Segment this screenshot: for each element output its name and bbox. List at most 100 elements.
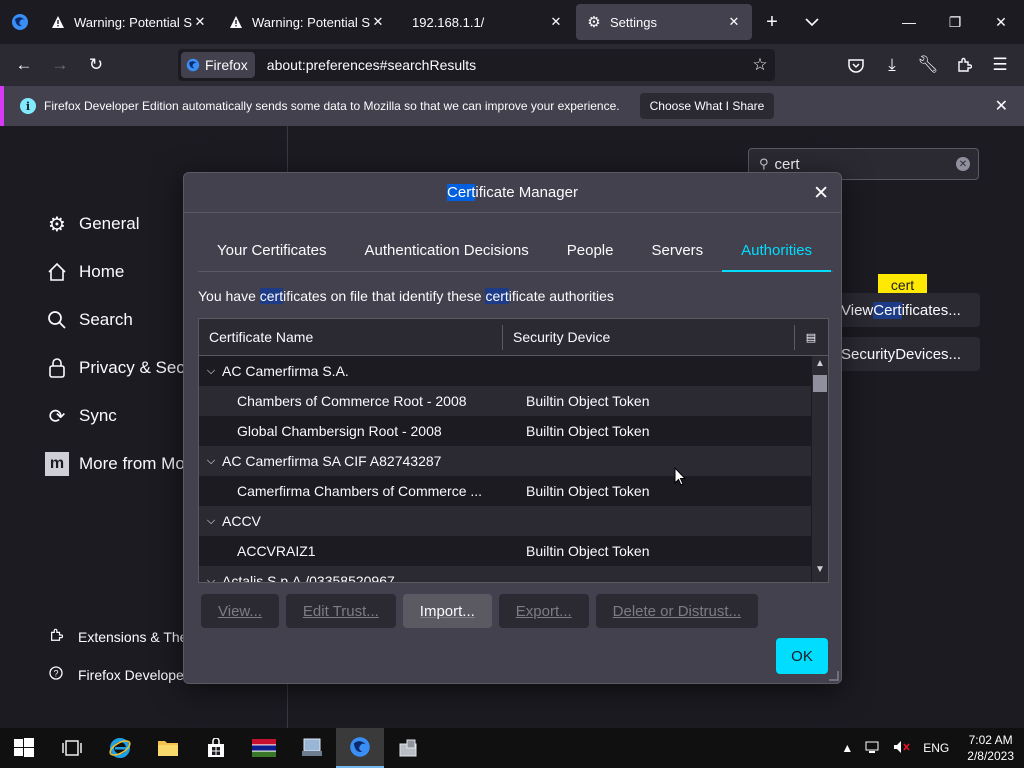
column-picker-icon[interactable]: ▤: [795, 319, 827, 356]
twisty-chevron-down-icon[interactable]: ⌵: [200, 515, 222, 528]
sidebar-item-home[interactable]: Home: [45, 260, 124, 284]
tree-cert-row[interactable]: Camerfirma Chambers of Commerce ... Built…: [199, 476, 811, 506]
tree-group-row[interactable]: ⌵ AC Camerfirma S.A.: [199, 356, 811, 386]
firefox-icon: [186, 58, 200, 72]
tree-cert-row[interactable]: ACCVRAIZ1 Builtin Object Token: [199, 536, 811, 566]
twisty-chevron-down-icon[interactable]: ⌵: [200, 575, 222, 583]
wrench-icon[interactable]: 🔧︎: [910, 49, 946, 81]
delete-or-distrust-button[interactable]: Delete or Distrust...: [595, 594, 759, 628]
tree-cert-row[interactable]: Global Chambersign Root - 2008 Builtin Ob…: [199, 416, 811, 446]
view-button[interactable]: View...: [201, 594, 279, 628]
column-security-device[interactable]: Security Device: [503, 324, 795, 350]
view-certificates-button[interactable]: View Cert ificates...: [832, 293, 980, 327]
tab-your-certificates[interactable]: Your Certificates: [198, 230, 346, 272]
back-button[interactable]: ←: [6, 49, 42, 81]
button-text: ificates...: [901, 301, 961, 319]
twisty-chevron-down-icon[interactable]: ⌵: [200, 365, 222, 378]
tab-authentication-decisions[interactable]: Authentication Decisions: [346, 230, 548, 272]
server-app-icon[interactable]: [384, 728, 432, 768]
clear-search-icon[interactable]: ✕: [956, 157, 970, 171]
sidebar-item-privacy[interactable]: Privacy & Secu: [45, 356, 194, 380]
firefox-menu-icon[interactable]: [0, 0, 40, 44]
new-tab-button[interactable]: +: [752, 0, 792, 44]
task-view-icon[interactable]: [48, 728, 96, 768]
export-button[interactable]: Export...: [498, 594, 589, 628]
scroll-thumb[interactable]: [813, 375, 827, 392]
reload-button[interactable]: ↻: [78, 49, 114, 81]
restore-button[interactable]: ❐: [932, 0, 978, 44]
sidebar-item-sync[interactable]: ⟳ Sync: [45, 404, 117, 428]
internet-explorer-icon[interactable]: [96, 728, 144, 768]
sidebar-item-search[interactable]: Search: [45, 308, 133, 332]
pocket-icon[interactable]: [838, 49, 874, 81]
warning-icon: [228, 14, 244, 30]
tree-group-row[interactable]: ⌵ Actalis S.p.A./03358520967: [199, 566, 811, 583]
sidebar-item-support[interactable]: ? Firefox Developer: [48, 666, 189, 683]
scroll-up-icon[interactable]: ▲: [812, 358, 828, 374]
scrollbar[interactable]: ▲ ▼: [812, 356, 828, 582]
choose-what-i-share-button[interactable]: Choose What I Share: [639, 93, 775, 119]
tab-close-icon[interactable]: ✕: [192, 14, 208, 30]
sidebar-item-extensions[interactable]: Extensions & The: [48, 628, 187, 645]
column-certificate-name[interactable]: Certificate Name: [199, 324, 503, 350]
clock[interactable]: 7:02 AM 2/8/2023: [967, 732, 1014, 764]
dialog-title: Cert ificate Manager: [184, 173, 841, 213]
search-icon: [45, 308, 69, 332]
url-text[interactable]: about:preferences#searchResults: [267, 57, 745, 73]
file-explorer-icon[interactable]: [144, 728, 192, 768]
start-button[interactable]: [0, 728, 48, 768]
tab-settings[interactable]: ⚙ Settings ✕: [576, 4, 752, 40]
scroll-down-icon[interactable]: ▼: [812, 564, 828, 580]
tab-people[interactable]: People: [548, 230, 633, 272]
extensions-icon[interactable]: [946, 49, 982, 81]
cell-certificate-name: AC Camerfirma S.A.: [222, 363, 349, 379]
sidebar-item-more-from-mozilla[interactable]: m More from Mo: [45, 452, 185, 476]
flag-app-icon[interactable]: [240, 728, 288, 768]
import-button[interactable]: Import...: [402, 594, 492, 628]
security-devices-button[interactable]: Security Devices...: [832, 337, 980, 371]
sidebar-item-label: Home: [79, 262, 125, 281]
network-icon[interactable]: [865, 740, 881, 757]
tree-cert-row[interactable]: Chambers of Commerce Root - 2008 Builtin …: [199, 386, 811, 416]
minimize-button[interactable]: —: [886, 0, 932, 44]
tab-router[interactable]: 192.168.1.1/ ✕: [396, 4, 574, 40]
store-icon[interactable]: [192, 728, 240, 768]
network-app-icon[interactable]: [288, 728, 336, 768]
forward-button[interactable]: →: [42, 49, 78, 81]
gear-icon: ⚙: [587, 14, 601, 31]
sidebar-item-general[interactable]: ⚙ General: [45, 212, 139, 236]
bookmark-star-icon[interactable]: ☆: [745, 55, 775, 75]
tab-servers[interactable]: Servers: [632, 230, 722, 272]
hamburger-menu-icon[interactable]: ☰: [982, 49, 1018, 81]
language-indicator[interactable]: ENG: [923, 741, 949, 755]
tab-warning-2[interactable]: Warning: Potential Secu ✕: [218, 4, 396, 40]
volume-muted-icon[interactable]: [893, 740, 911, 757]
tab-warning-1[interactable]: Warning: Potential Secu ✕: [40, 4, 218, 40]
dialog-tabs: Your Certificates Authentication Decisio…: [198, 230, 833, 272]
tab-close-icon[interactable]: ✕: [726, 14, 742, 30]
twisty-chevron-down-icon[interactable]: ⌵: [200, 455, 222, 468]
ok-button[interactable]: OK: [776, 638, 828, 674]
tab-close-icon[interactable]: ✕: [548, 14, 564, 30]
highlight-text: D: [895, 345, 907, 363]
tab-authorities[interactable]: Authorities: [722, 230, 832, 272]
tree-group-row[interactable]: ⌵ AC Camerfirma SA CIF A82743287: [199, 446, 811, 476]
close-icon[interactable]: ✕: [995, 96, 1008, 116]
tree-group-row[interactable]: ⌵ ACCV: [199, 506, 811, 536]
highlight-text: Cert: [873, 301, 902, 319]
show-hidden-icons-icon[interactable]: ▲: [841, 741, 853, 755]
identity-box[interactable]: Firefox: [181, 52, 255, 78]
url-bar[interactable]: Firefox about:preferences#searchResults …: [178, 49, 775, 81]
firefox-taskbar-icon[interactable]: [336, 728, 384, 768]
cell-certificate-name: Global Chambersign Root - 2008: [237, 423, 442, 439]
resize-grip[interactable]: [829, 671, 839, 681]
cell-security-device: Builtin Object Token: [526, 423, 650, 439]
downloads-icon[interactable]: ⤓: [874, 49, 910, 81]
close-window-button[interactable]: ✕: [978, 0, 1024, 44]
list-all-tabs-icon[interactable]: [792, 0, 832, 44]
certificate-tree[interactable]: Certificate Name Security Device ▤ ⌵ AC C…: [198, 318, 829, 583]
tab-close-icon[interactable]: ✕: [370, 14, 386, 30]
edit-trust-button[interactable]: Edit Trust...: [285, 594, 396, 628]
close-icon[interactable]: ✕: [813, 182, 829, 205]
clock-time: 7:02 AM: [968, 733, 1013, 747]
